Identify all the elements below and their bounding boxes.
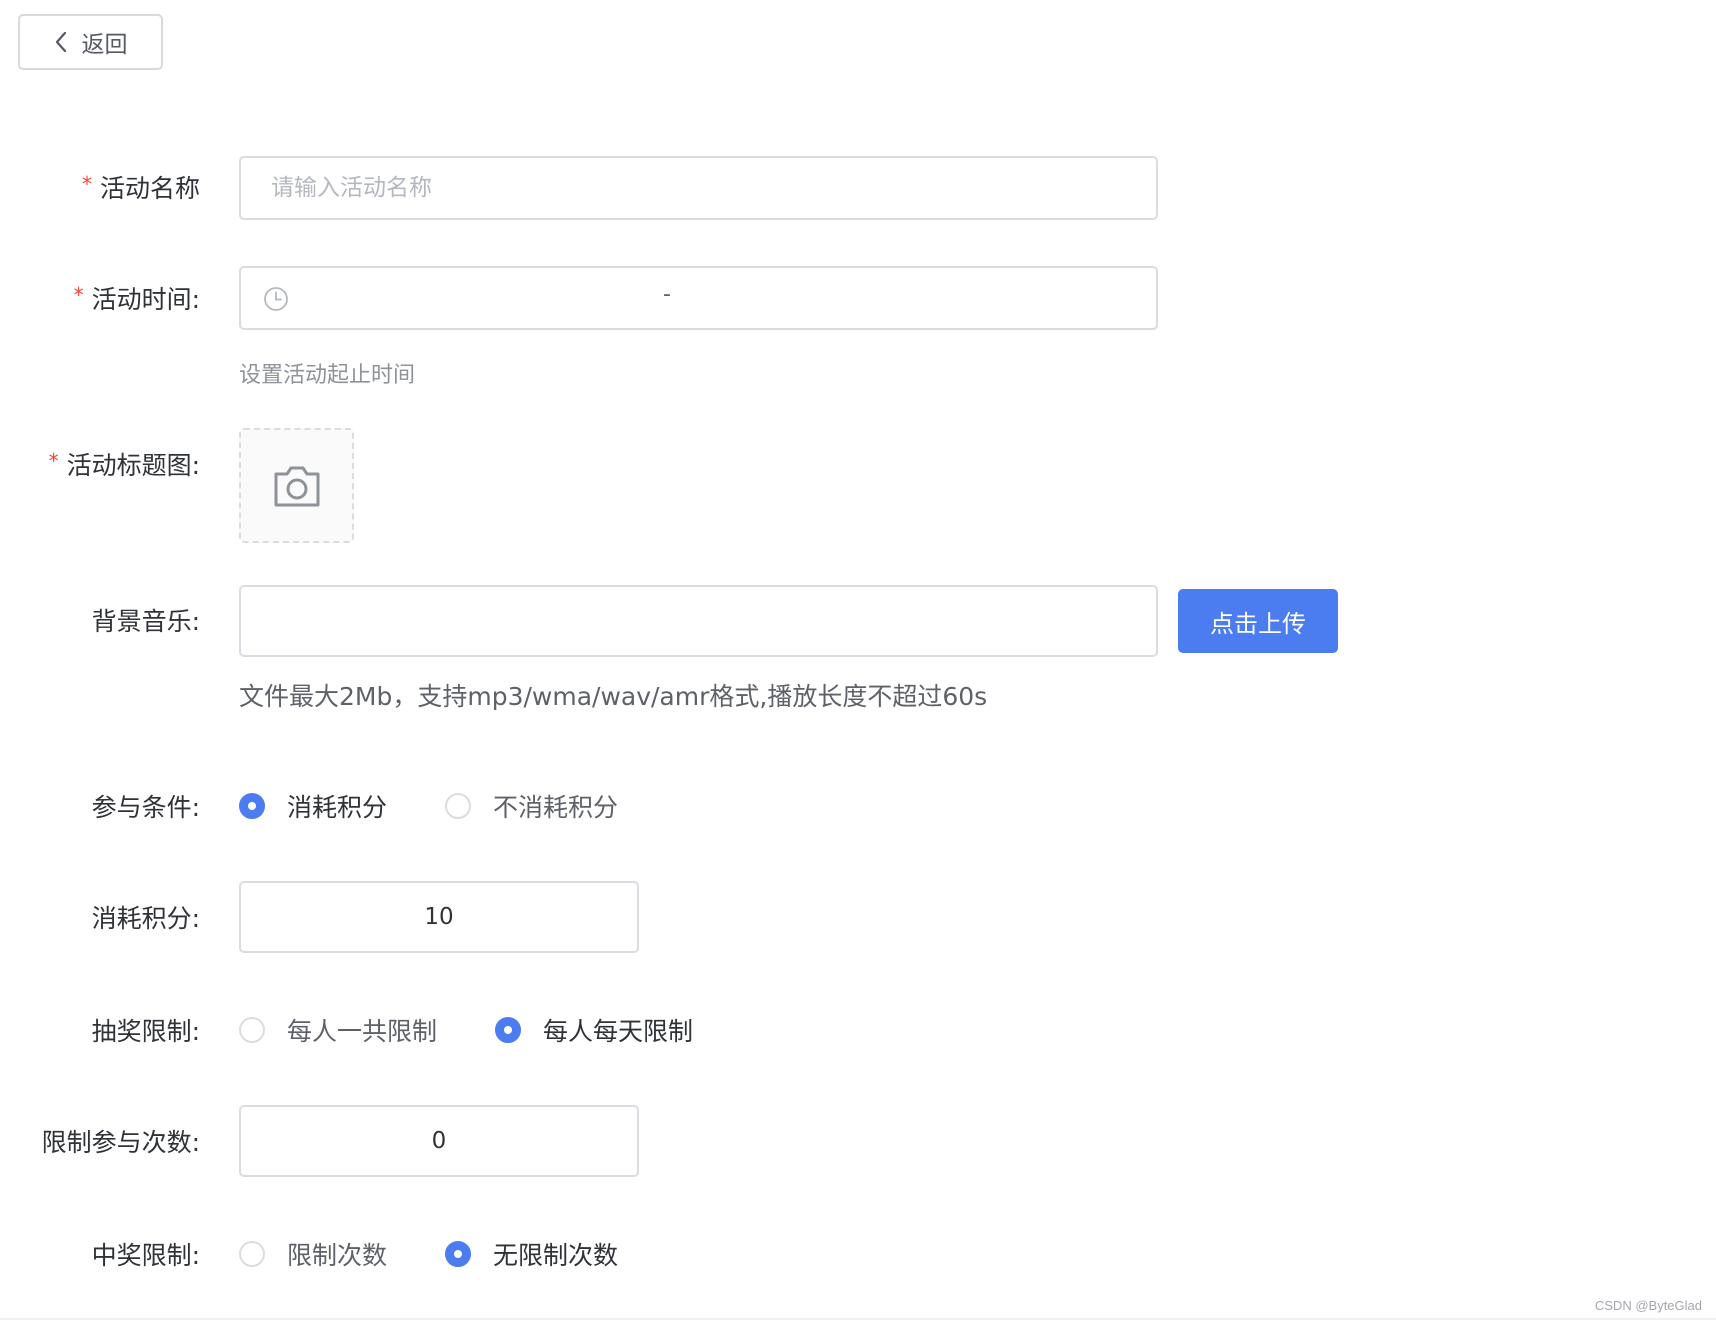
activity-time-hint: 设置活动起止时间 [239, 363, 416, 388]
radio-daily-limit[interactable]: 每人每天限制 [495, 1012, 693, 1048]
back-button[interactable]: 返回 [18, 14, 163, 70]
title-image-label: * 活动标题图: [48, 449, 200, 480]
draw-limit-radio-group: 每人一共限制 每人每天限制 [239, 1010, 751, 1050]
title-image-uploader[interactable] [239, 428, 354, 543]
required-mark: * [73, 283, 84, 307]
background-music-hint: 文件最大2Mb，支持mp3/wma/wav/amr格式,播放长度不超过60s [239, 682, 988, 711]
clock-icon [264, 287, 288, 311]
radio-no-consume-points[interactable]: 不消耗积分 [445, 788, 618, 824]
date-range-separator: - [663, 282, 671, 307]
points-cost-input[interactable]: 10 [239, 881, 639, 953]
radio-button[interactable] [239, 1241, 265, 1267]
activity-name-field[interactable] [239, 156, 1158, 220]
upload-button[interactable]: 点击上传 [1178, 589, 1338, 653]
background-music-label: 背景音乐: [91, 607, 200, 636]
back-button-label: 返回 [81, 32, 128, 58]
activity-name-label: * 活动名称 [81, 172, 200, 203]
participation-limit-label: 限制参与次数: [41, 1128, 200, 1157]
activity-time-label: * 活动时间: [73, 283, 200, 314]
required-mark: * [48, 449, 59, 473]
watermark: CSDN @ByteGlad [1594, 1298, 1702, 1313]
camera-icon [274, 466, 319, 506]
chevron-left-icon [55, 31, 66, 53]
radio-button[interactable] [445, 793, 472, 819]
divider [0, 1318, 1716, 1320]
participation-label: 参与条件: [91, 793, 200, 822]
points-cost-label: 消耗积分: [91, 904, 200, 933]
background-music-field[interactable] [239, 585, 1158, 657]
draw-limit-label: 抽奖限制: [91, 1017, 200, 1046]
radio-limit-count[interactable]: 限制次数 [239, 1236, 387, 1272]
radio-button[interactable] [445, 1241, 472, 1267]
background-music-input[interactable] [241, 587, 1156, 655]
radio-button[interactable] [239, 1017, 265, 1043]
radio-button[interactable] [239, 793, 265, 819]
prize-limit-radio-group: 限制次数 无限制次数 [239, 1234, 676, 1274]
radio-consume-points[interactable]: 消耗积分 [239, 788, 387, 824]
radio-button[interactable] [495, 1017, 522, 1043]
prize-limit-label: 中奖限制: [91, 1241, 200, 1270]
participation-radio-group: 消耗积分 不消耗积分 [239, 786, 676, 826]
activity-name-input[interactable] [241, 158, 1156, 218]
radio-total-limit[interactable]: 每人一共限制 [239, 1012, 437, 1048]
participation-limit-input[interactable]: 0 [239, 1105, 639, 1177]
radio-unlimited-count[interactable]: 无限制次数 [445, 1236, 618, 1272]
required-mark: * [81, 172, 92, 196]
activity-time-range-picker[interactable]: - [239, 266, 1158, 330]
